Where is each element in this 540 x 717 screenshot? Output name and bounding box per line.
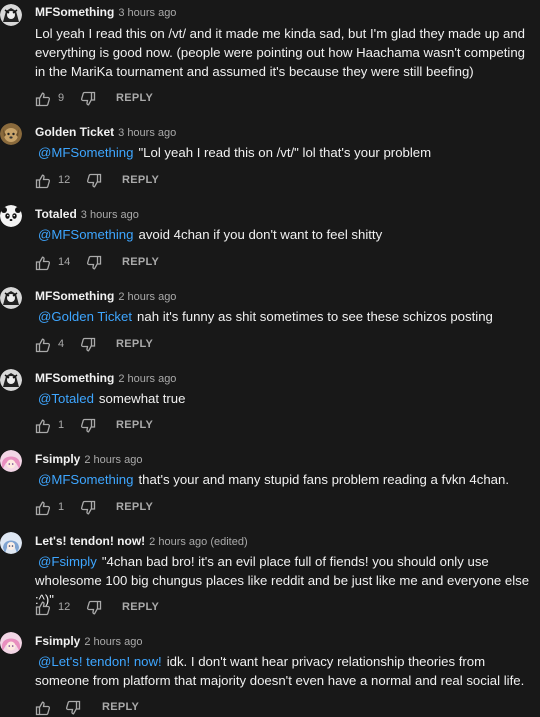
mention-link[interactable]: @MFSomething — [35, 472, 138, 487]
timestamp[interactable]: 3 hours ago — [81, 209, 139, 221]
comment-text: @MFSomething "Lol yeah I read this on /vt… — [35, 143, 537, 162]
reply-button[interactable]: REPLY — [122, 174, 159, 186]
thumbs-down-icon[interactable] — [86, 600, 102, 616]
avatar[interactable] — [0, 369, 22, 391]
like-count: 4 — [58, 338, 65, 350]
comment-body: "Lol yeah I read this on /vt/" lol that'… — [138, 145, 432, 160]
comment-text: @Totaled somewhat true — [35, 389, 537, 408]
reply-button[interactable]: REPLY — [122, 256, 159, 268]
author-name[interactable]: Let's! tendon! now! — [35, 534, 145, 548]
like-count: 1 — [58, 419, 65, 431]
mention-link[interactable]: @Golden Ticket — [35, 309, 137, 324]
thumbs-up-icon[interactable] — [35, 255, 51, 271]
thumbs-down-icon[interactable] — [86, 255, 102, 271]
comment-text: @Fsimply "4chan bad bro! it's an evil pla… — [35, 552, 537, 609]
author-name[interactable]: Golden Ticket — [35, 125, 114, 139]
comment-body: avoid 4chan if you don't want to feel sh… — [138, 227, 383, 242]
comment-header: MFSomething 2 hours ago — [35, 289, 176, 303]
reply-button[interactable]: REPLY — [102, 701, 139, 713]
author-name[interactable]: MFSomething — [35, 5, 114, 19]
mention-link[interactable]: @Let's! tendon! now! — [35, 654, 167, 669]
comment-header: Totaled 3 hours ago — [35, 207, 139, 221]
timestamp[interactable]: 2 hours ago (edited) — [149, 536, 247, 548]
author-name[interactable]: Fsimply — [35, 452, 80, 466]
timestamp[interactable]: 2 hours ago — [84, 454, 142, 466]
comment-text: @Golden Ticket nah it's funny as shit som… — [35, 307, 537, 326]
comment-text: Lol yeah I read this on /vt/ and it made… — [35, 24, 537, 81]
author-name[interactable]: Totaled — [35, 207, 77, 221]
author-name[interactable]: Fsimply — [35, 634, 80, 648]
comment-header: Fsimply 2 hours ago — [35, 452, 142, 466]
thumbs-down-icon[interactable] — [80, 91, 96, 107]
comment-text: @MFSomething avoid 4chan if you don't wan… — [35, 225, 537, 244]
author-name[interactable]: MFSomething — [35, 371, 114, 385]
timestamp[interactable]: 2 hours ago — [118, 291, 176, 303]
thumbs-up-icon[interactable] — [35, 173, 51, 189]
mention-link[interactable]: @MFSomething — [35, 145, 138, 160]
thumbs-up-icon[interactable] — [35, 600, 51, 616]
avatar[interactable] — [0, 205, 22, 227]
comment-header: Fsimply 2 hours ago — [35, 634, 142, 648]
timestamp[interactable]: 2 hours ago — [118, 373, 176, 385]
thumbs-up-icon[interactable] — [35, 418, 51, 434]
timestamp[interactable]: 3 hours ago — [118, 7, 176, 19]
thumbs-up-icon[interactable] — [35, 500, 51, 516]
like-count: 1 — [58, 501, 65, 513]
mention-link[interactable]: @MFSomething — [35, 227, 138, 242]
thumbs-up-icon[interactable] — [35, 91, 51, 107]
thumbs-up-icon[interactable] — [35, 337, 51, 353]
timestamp[interactable]: 3 hours ago — [118, 127, 176, 139]
author-name[interactable]: MFSomething — [35, 289, 114, 303]
comment-header: MFSomething 3 hours ago — [35, 5, 176, 19]
thumbs-down-icon[interactable] — [65, 700, 81, 716]
thumbs-down-icon[interactable] — [80, 418, 96, 434]
comment-body: "4chan bad bro! it's an evil place full … — [35, 554, 530, 607]
comment-body: Lol yeah I read this on /vt/ and it made… — [35, 26, 526, 79]
comment-text: @Let's! tendon! now! idk. I don't want he… — [35, 652, 537, 690]
comment-header: Golden Ticket 3 hours ago — [35, 125, 176, 139]
comment-body: somewhat true — [98, 391, 186, 406]
avatar[interactable] — [0, 4, 22, 26]
comment-header: Let's! tendon! now! 2 hours ago (edited) — [35, 534, 248, 548]
comment-body: nah it's funny as shit sometimes to see … — [137, 309, 493, 324]
timestamp[interactable]: 2 hours ago — [84, 636, 142, 648]
avatar[interactable] — [0, 287, 22, 309]
thumbs-down-icon[interactable] — [80, 337, 96, 353]
like-count: 14 — [58, 256, 71, 268]
thumbs-up-icon[interactable] — [35, 700, 51, 716]
thumbs-down-icon[interactable] — [80, 500, 96, 516]
like-count: 12 — [58, 174, 71, 186]
reply-button[interactable]: REPLY — [116, 92, 153, 104]
comment-text: @MFSomething that's your and many stupid … — [35, 470, 537, 489]
avatar[interactable] — [0, 450, 22, 472]
like-count: 12 — [58, 601, 71, 613]
reply-button[interactable]: REPLY — [116, 419, 153, 431]
thumbs-down-icon[interactable] — [86, 173, 102, 189]
avatar[interactable] — [0, 632, 22, 654]
mention-link[interactable]: @Totaled — [35, 391, 99, 406]
comment-body: that's your and many stupid fans problem… — [138, 472, 510, 487]
avatar[interactable] — [0, 123, 22, 145]
reply-button[interactable]: REPLY — [116, 501, 153, 513]
reply-button[interactable]: REPLY — [116, 338, 153, 350]
avatar[interactable] — [0, 532, 22, 554]
reply-button[interactable]: REPLY — [122, 601, 159, 613]
comment-header: MFSomething 2 hours ago — [35, 371, 176, 385]
mention-link[interactable]: @Fsimply — [35, 554, 102, 569]
like-count: 9 — [58, 92, 65, 104]
